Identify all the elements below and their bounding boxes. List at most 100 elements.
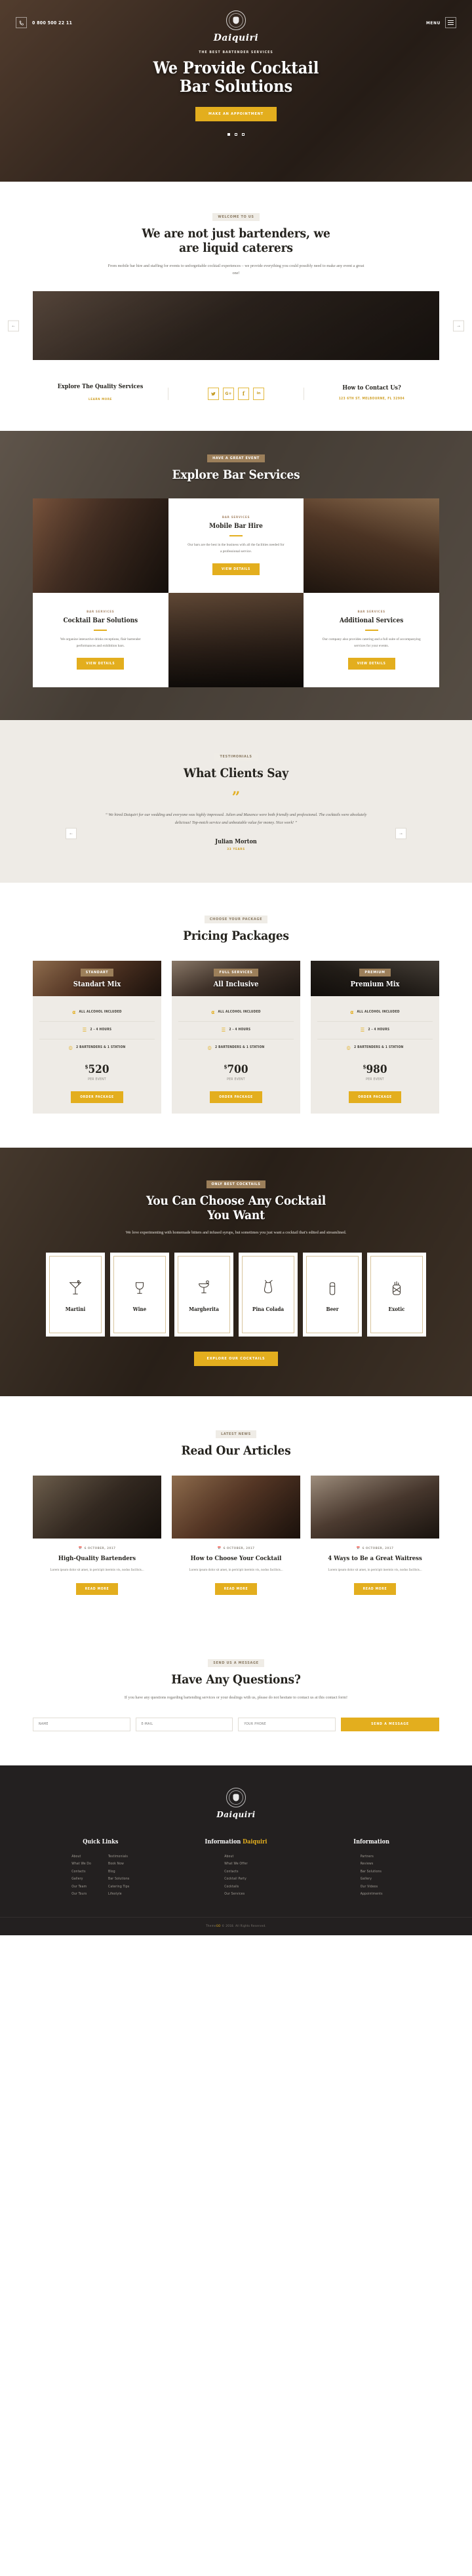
footer-link-list: Testimonials Book Now Blog Bar Solutions… (108, 1853, 129, 1899)
email-field[interactable] (135, 1717, 233, 1731)
order-package-button-3[interactable]: ORDER PACKAGE (349, 1091, 401, 1103)
pricing-value-2: 700 (227, 1062, 248, 1076)
copyright-brand: GO (216, 1924, 221, 1928)
about-slider: ← → (0, 291, 472, 361)
brand-name: Daiquiri (213, 33, 259, 43)
footer-link[interactable]: Cocktail Party (224, 1876, 248, 1883)
blog-excerpt-2: Lorem ipsum dolor sit amet, in pericipit… (189, 1568, 283, 1573)
footer-link[interactable]: What We Do (71, 1861, 91, 1868)
slider-dot-2[interactable] (235, 133, 237, 136)
blog-post-title-3[interactable]: 4 Ways to Be a Great Waitress (311, 1555, 439, 1562)
testimonial-author: Julian Morton (215, 838, 257, 845)
cocktails-section: ONLY BEST COCKTAILS You Can Choose Any C… (0, 1147, 472, 1397)
service-image-3 (168, 592, 304, 687)
google-plus-icon[interactable]: G+ (223, 387, 234, 400)
pricing-feature-label: ALL ALCOHOL INCLUDED (357, 1011, 400, 1015)
slider-dot-1[interactable] (227, 133, 230, 136)
learn-more-link[interactable]: LEARN MORE (88, 398, 112, 401)
cocktail-card-wine[interactable]: Wine (110, 1253, 169, 1337)
blog-read-more-3[interactable]: READ MORE (353, 1583, 397, 1596)
linkedin-icon[interactable]: in (253, 387, 264, 400)
blog-post-title-1[interactable]: High-Quality Bartenders (33, 1555, 161, 1562)
about-address: 123 6TH ST. MELBOURNE, FL 32904 (338, 397, 405, 401)
footer-link[interactable]: Our Tours (71, 1891, 91, 1899)
blog-read-more-1[interactable]: READ MORE (75, 1583, 119, 1596)
pricing-feature-row: ⍺ ALL ALCOHOL INCLUDED (178, 1004, 294, 1022)
martini-glass-icon (67, 1277, 84, 1299)
blog-post-title-2[interactable]: How to Choose Your Cocktail (172, 1555, 300, 1562)
services-section: HAVE A GREAT EVENT Explore Bar Services … (0, 431, 472, 720)
send-message-button[interactable]: SEND A MESSAGE (341, 1717, 440, 1731)
footer-link[interactable]: Blog (108, 1868, 129, 1876)
name-field[interactable] (33, 1717, 130, 1731)
make-appointment-button[interactable]: MAKE AN APPOINTMENT (195, 107, 277, 121)
footer-link[interactable]: Gallery (361, 1876, 383, 1883)
blog-read-more-2[interactable]: READ MORE (214, 1583, 258, 1596)
service-rule-2 (94, 629, 108, 631)
testimonial-next-arrow-icon[interactable]: → (395, 828, 406, 839)
services-inner: HAVE A GREAT EVENT Explore Bar Services … (0, 451, 472, 687)
order-package-button-2[interactable]: ORDER PACKAGE (210, 1091, 262, 1103)
cocktail-card-beer[interactable]: Beer (303, 1253, 362, 1337)
footer-link[interactable]: Our Team (71, 1883, 91, 1891)
footer-link[interactable]: Contacts (71, 1868, 91, 1876)
footer-link[interactable]: Catering Tips (108, 1883, 129, 1891)
slider-dot-3[interactable] (242, 133, 245, 136)
pricing-value-1: 520 (88, 1062, 109, 1076)
service-view-details-1[interactable]: VIEW DETAILS (212, 563, 260, 575)
footer-link[interactable]: Bar Solutions (361, 1868, 383, 1876)
clipboard-icon: ☰ (221, 1026, 226, 1033)
footer-link[interactable]: Appointments (361, 1891, 383, 1899)
footer-link[interactable]: About (71, 1853, 91, 1861)
about-next-arrow-icon[interactable]: → (453, 320, 464, 332)
footer-link[interactable]: What We Offer (224, 1861, 248, 1868)
facebook-icon[interactable]: f (238, 387, 249, 400)
pricing-card-standart: STANDART Standart Mix ⍺ ALL ALCOHOL INCLU… (33, 960, 161, 1114)
pricing-grid: STANDART Standart Mix ⍺ ALL ALCOHOL INCLU… (33, 960, 439, 1114)
cocktail-card-pina-colada[interactable]: Pina Colada (239, 1253, 298, 1337)
footer-brand[interactable]: Daiquiri (0, 1787, 472, 1819)
footer-link[interactable]: Testimonials (108, 1853, 129, 1861)
clipboard-icon: ☰ (82, 1026, 87, 1033)
twitter-icon[interactable] (208, 387, 219, 400)
cocktail-card-exotic[interactable]: Exotic (367, 1253, 426, 1337)
testimonials-title: What Clients Say (183, 765, 289, 780)
footer-link[interactable]: Lifestyle (108, 1891, 129, 1899)
service-view-details-3[interactable]: VIEW DETAILS (347, 657, 395, 670)
about-quality-col: Explore The Quality Services LEARN MORE (33, 384, 168, 403)
pricing-note-1: PER EVENT (88, 1077, 106, 1081)
exotic-pineapple-icon (388, 1277, 405, 1299)
footer-link[interactable]: Reviews (361, 1861, 383, 1868)
pricing-feature-row: ◎ 2 BARTENDERS & 1 STATION (39, 1039, 155, 1057)
pricing-head-1: STANDART Standart Mix (33, 960, 161, 996)
blog-image-2[interactable] (172, 1476, 300, 1539)
blog-image-1[interactable] (33, 1476, 161, 1539)
blog-post-2: 📅 6 OCTOBER, 2017 How to Choose Your Cock… (172, 1476, 300, 1596)
footer-column-quick-links: Quick Links About What We Do Contacts Ga… (33, 1839, 168, 1899)
footer-link[interactable]: Cocktails (224, 1883, 248, 1891)
footer-link[interactable]: Our Videos (361, 1883, 383, 1891)
footer-link[interactable]: Contacts (224, 1868, 248, 1876)
services-grid: BAR SERVICES Mobile Bar Hire Our bars ar… (33, 498, 439, 687)
footer-link[interactable]: Bar Solutions (108, 1876, 129, 1883)
about-prev-arrow-icon[interactable]: ← (8, 320, 19, 332)
cocktail-label-margherita: Margherita (189, 1306, 219, 1313)
about-heading: WELCOME TO US We are not just bartenders… (0, 209, 472, 277)
cocktail-card-margherita[interactable]: Margherita (174, 1253, 233, 1337)
cocktail-card-martini[interactable]: Martini (46, 1253, 105, 1337)
order-package-button-1[interactable]: ORDER PACKAGE (71, 1091, 123, 1103)
blog-image-3[interactable] (311, 1476, 439, 1539)
phone-field[interactable] (238, 1717, 336, 1731)
brand-logo[interactable]: Daiquiri (0, 10, 472, 43)
about-section: WELCOME TO US We are not just bartenders… (0, 182, 472, 431)
footer-link[interactable]: Our Services (224, 1891, 248, 1899)
service-view-details-2[interactable]: VIEW DETAILS (77, 657, 125, 670)
footer-link[interactable]: Partners (361, 1853, 383, 1861)
hero-slider-dots[interactable] (0, 133, 472, 136)
explore-cocktails-button[interactable]: EXPLORE OUR COCKTAILS (193, 1352, 279, 1367)
footer-link[interactable]: Gallery (71, 1876, 91, 1883)
footer-link[interactable]: About (224, 1853, 248, 1861)
footer-link[interactable]: Book Now (108, 1861, 129, 1868)
testimonial-prev-arrow-icon[interactable]: ← (66, 828, 77, 839)
footer-links-2: About What We Offer Contacts Cocktail Pa… (168, 1853, 304, 1899)
